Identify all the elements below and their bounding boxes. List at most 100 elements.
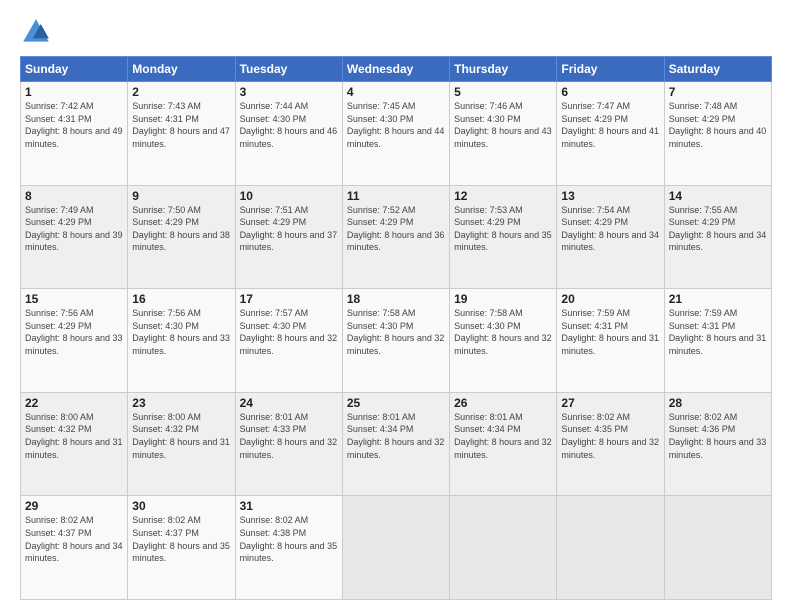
day-number: 28 bbox=[669, 396, 767, 410]
day-number: 23 bbox=[132, 396, 230, 410]
day-number: 13 bbox=[561, 189, 659, 203]
day-info: Sunrise: 8:02 AM Sunset: 4:38 PM Dayligh… bbox=[240, 514, 338, 564]
day-number: 3 bbox=[240, 85, 338, 99]
calendar-cell bbox=[557, 496, 664, 600]
day-number: 16 bbox=[132, 292, 230, 306]
day-info: Sunrise: 7:43 AM Sunset: 4:31 PM Dayligh… bbox=[132, 100, 230, 150]
day-number: 25 bbox=[347, 396, 445, 410]
day-info: Sunrise: 8:02 AM Sunset: 4:36 PM Dayligh… bbox=[669, 411, 767, 461]
day-header-friday: Friday bbox=[557, 57, 664, 82]
calendar-cell: 24 Sunrise: 8:01 AM Sunset: 4:33 PM Dayl… bbox=[235, 392, 342, 496]
day-number: 7 bbox=[669, 85, 767, 99]
calendar-week-row: 8 Sunrise: 7:49 AM Sunset: 4:29 PM Dayli… bbox=[21, 185, 772, 289]
day-number: 19 bbox=[454, 292, 552, 306]
day-header-sunday: Sunday bbox=[21, 57, 128, 82]
day-info: Sunrise: 7:55 AM Sunset: 4:29 PM Dayligh… bbox=[669, 204, 767, 254]
day-info: Sunrise: 7:49 AM Sunset: 4:29 PM Dayligh… bbox=[25, 204, 123, 254]
day-number: 10 bbox=[240, 189, 338, 203]
day-info: Sunrise: 8:01 AM Sunset: 4:33 PM Dayligh… bbox=[240, 411, 338, 461]
calendar-cell: 7 Sunrise: 7:48 AM Sunset: 4:29 PM Dayli… bbox=[664, 82, 771, 186]
day-info: Sunrise: 7:56 AM Sunset: 4:30 PM Dayligh… bbox=[132, 307, 230, 357]
calendar-cell: 21 Sunrise: 7:59 AM Sunset: 4:31 PM Dayl… bbox=[664, 289, 771, 393]
calendar-table: SundayMondayTuesdayWednesdayThursdayFrid… bbox=[20, 56, 772, 600]
day-info: Sunrise: 8:00 AM Sunset: 4:32 PM Dayligh… bbox=[132, 411, 230, 461]
day-number: 24 bbox=[240, 396, 338, 410]
calendar-cell: 10 Sunrise: 7:51 AM Sunset: 4:29 PM Dayl… bbox=[235, 185, 342, 289]
calendar-cell: 18 Sunrise: 7:58 AM Sunset: 4:30 PM Dayl… bbox=[342, 289, 449, 393]
calendar-cell: 25 Sunrise: 8:01 AM Sunset: 4:34 PM Dayl… bbox=[342, 392, 449, 496]
calendar-cell: 14 Sunrise: 7:55 AM Sunset: 4:29 PM Dayl… bbox=[664, 185, 771, 289]
calendar-cell: 31 Sunrise: 8:02 AM Sunset: 4:38 PM Dayl… bbox=[235, 496, 342, 600]
day-number: 12 bbox=[454, 189, 552, 203]
calendar-cell: 23 Sunrise: 8:00 AM Sunset: 4:32 PM Dayl… bbox=[128, 392, 235, 496]
day-info: Sunrise: 8:02 AM Sunset: 4:37 PM Dayligh… bbox=[132, 514, 230, 564]
day-header-thursday: Thursday bbox=[450, 57, 557, 82]
day-info: Sunrise: 8:00 AM Sunset: 4:32 PM Dayligh… bbox=[25, 411, 123, 461]
day-info: Sunrise: 7:50 AM Sunset: 4:29 PM Dayligh… bbox=[132, 204, 230, 254]
day-number: 8 bbox=[25, 189, 123, 203]
day-info: Sunrise: 7:42 AM Sunset: 4:31 PM Dayligh… bbox=[25, 100, 123, 150]
day-header-wednesday: Wednesday bbox=[342, 57, 449, 82]
calendar-week-row: 15 Sunrise: 7:56 AM Sunset: 4:29 PM Dayl… bbox=[21, 289, 772, 393]
calendar-cell: 17 Sunrise: 7:57 AM Sunset: 4:30 PM Dayl… bbox=[235, 289, 342, 393]
calendar-cell: 6 Sunrise: 7:47 AM Sunset: 4:29 PM Dayli… bbox=[557, 82, 664, 186]
day-info: Sunrise: 8:01 AM Sunset: 4:34 PM Dayligh… bbox=[347, 411, 445, 461]
logo bbox=[20, 16, 56, 48]
day-number: 27 bbox=[561, 396, 659, 410]
day-number: 31 bbox=[240, 499, 338, 513]
day-number: 22 bbox=[25, 396, 123, 410]
calendar-cell: 16 Sunrise: 7:56 AM Sunset: 4:30 PM Dayl… bbox=[128, 289, 235, 393]
calendar-cell: 11 Sunrise: 7:52 AM Sunset: 4:29 PM Dayl… bbox=[342, 185, 449, 289]
day-number: 17 bbox=[240, 292, 338, 306]
day-number: 20 bbox=[561, 292, 659, 306]
calendar-cell: 29 Sunrise: 8:02 AM Sunset: 4:37 PM Dayl… bbox=[21, 496, 128, 600]
header bbox=[20, 16, 772, 48]
calendar-cell bbox=[664, 496, 771, 600]
day-number: 15 bbox=[25, 292, 123, 306]
day-number: 1 bbox=[25, 85, 123, 99]
day-info: Sunrise: 7:59 AM Sunset: 4:31 PM Dayligh… bbox=[669, 307, 767, 357]
calendar-cell: 20 Sunrise: 7:59 AM Sunset: 4:31 PM Dayl… bbox=[557, 289, 664, 393]
day-number: 2 bbox=[132, 85, 230, 99]
calendar-cell: 5 Sunrise: 7:46 AM Sunset: 4:30 PM Dayli… bbox=[450, 82, 557, 186]
logo-icon bbox=[20, 16, 52, 48]
day-info: Sunrise: 7:58 AM Sunset: 4:30 PM Dayligh… bbox=[454, 307, 552, 357]
day-info: Sunrise: 7:51 AM Sunset: 4:29 PM Dayligh… bbox=[240, 204, 338, 254]
day-number: 21 bbox=[669, 292, 767, 306]
day-info: Sunrise: 7:46 AM Sunset: 4:30 PM Dayligh… bbox=[454, 100, 552, 150]
day-header-saturday: Saturday bbox=[664, 57, 771, 82]
day-number: 29 bbox=[25, 499, 123, 513]
day-info: Sunrise: 7:53 AM Sunset: 4:29 PM Dayligh… bbox=[454, 204, 552, 254]
calendar-cell: 13 Sunrise: 7:54 AM Sunset: 4:29 PM Dayl… bbox=[557, 185, 664, 289]
day-number: 14 bbox=[669, 189, 767, 203]
day-number: 9 bbox=[132, 189, 230, 203]
calendar-cell: 8 Sunrise: 7:49 AM Sunset: 4:29 PM Dayli… bbox=[21, 185, 128, 289]
day-number: 11 bbox=[347, 189, 445, 203]
day-header-tuesday: Tuesday bbox=[235, 57, 342, 82]
day-info: Sunrise: 7:56 AM Sunset: 4:29 PM Dayligh… bbox=[25, 307, 123, 357]
day-header-monday: Monday bbox=[128, 57, 235, 82]
calendar-cell: 9 Sunrise: 7:50 AM Sunset: 4:29 PM Dayli… bbox=[128, 185, 235, 289]
day-info: Sunrise: 7:44 AM Sunset: 4:30 PM Dayligh… bbox=[240, 100, 338, 150]
day-info: Sunrise: 7:54 AM Sunset: 4:29 PM Dayligh… bbox=[561, 204, 659, 254]
day-info: Sunrise: 7:48 AM Sunset: 4:29 PM Dayligh… bbox=[669, 100, 767, 150]
calendar-week-row: 1 Sunrise: 7:42 AM Sunset: 4:31 PM Dayli… bbox=[21, 82, 772, 186]
calendar-cell: 26 Sunrise: 8:01 AM Sunset: 4:34 PM Dayl… bbox=[450, 392, 557, 496]
day-info: Sunrise: 8:01 AM Sunset: 4:34 PM Dayligh… bbox=[454, 411, 552, 461]
day-info: Sunrise: 7:45 AM Sunset: 4:30 PM Dayligh… bbox=[347, 100, 445, 150]
calendar-cell: 2 Sunrise: 7:43 AM Sunset: 4:31 PM Dayli… bbox=[128, 82, 235, 186]
calendar-cell bbox=[450, 496, 557, 600]
calendar-cell: 30 Sunrise: 8:02 AM Sunset: 4:37 PM Dayl… bbox=[128, 496, 235, 600]
day-number: 26 bbox=[454, 396, 552, 410]
calendar-cell: 15 Sunrise: 7:56 AM Sunset: 4:29 PM Dayl… bbox=[21, 289, 128, 393]
calendar-header-row: SundayMondayTuesdayWednesdayThursdayFrid… bbox=[21, 57, 772, 82]
calendar-cell: 28 Sunrise: 8:02 AM Sunset: 4:36 PM Dayl… bbox=[664, 392, 771, 496]
calendar-cell: 12 Sunrise: 7:53 AM Sunset: 4:29 PM Dayl… bbox=[450, 185, 557, 289]
calendar-cell: 1 Sunrise: 7:42 AM Sunset: 4:31 PM Dayli… bbox=[21, 82, 128, 186]
calendar-cell bbox=[342, 496, 449, 600]
calendar-week-row: 29 Sunrise: 8:02 AM Sunset: 4:37 PM Dayl… bbox=[21, 496, 772, 600]
day-info: Sunrise: 8:02 AM Sunset: 4:37 PM Dayligh… bbox=[25, 514, 123, 564]
day-info: Sunrise: 7:57 AM Sunset: 4:30 PM Dayligh… bbox=[240, 307, 338, 357]
day-info: Sunrise: 8:02 AM Sunset: 4:35 PM Dayligh… bbox=[561, 411, 659, 461]
calendar-week-row: 22 Sunrise: 8:00 AM Sunset: 4:32 PM Dayl… bbox=[21, 392, 772, 496]
